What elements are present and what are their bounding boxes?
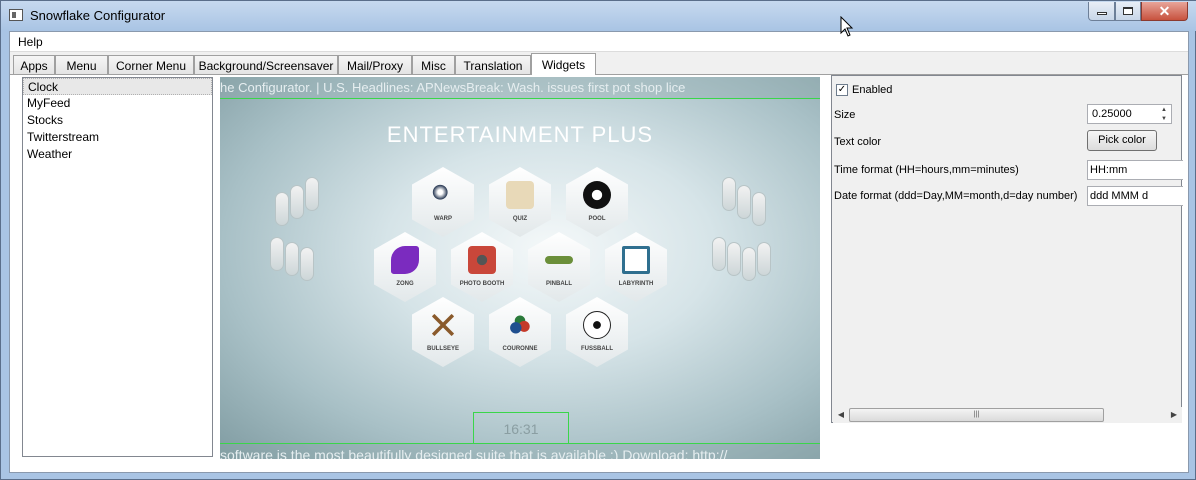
app-tile-labyrinth: LABYRINTH — [605, 232, 667, 302]
tab-widgets[interactable]: Widgets — [531, 53, 596, 75]
time-format-input[interactable]: HH:mm — [1087, 160, 1183, 180]
side-app-icon — [270, 237, 284, 271]
date-format-label: Date format (ddd=Day,MM=month,d=day numb… — [834, 190, 1078, 202]
horizontal-scrollbar[interactable]: ◀ ||| ▶ — [833, 407, 1182, 423]
app-tile-pinball: PINBALL — [528, 232, 590, 302]
widgets-panel: Clock MyFeed Stocks Twitterstream Weathe… — [10, 74, 1188, 472]
preview-heading: ENTERTAINMENT PLUS — [386, 122, 654, 147]
app-label: PHOTO BOOTH — [459, 281, 505, 287]
side-app-icon — [275, 192, 289, 226]
spin-up-icon[interactable]: ▲ — [1158, 106, 1170, 114]
time-format-label: Time format (HH=hours,mm=minutes) — [834, 164, 1019, 176]
size-label: Size — [834, 109, 856, 121]
menu-help[interactable]: Help — [18, 35, 43, 49]
warp-icon — [429, 181, 457, 209]
properties-panel: ✓ Enabled Size 0.25000 ▲ ▼ Text color Pi… — [831, 75, 1183, 423]
app-tile-bullseye: BULLSEYE — [412, 297, 474, 367]
title-bar[interactable]: Snowflake Configurator ✕ — [1, 1, 1196, 31]
side-app-icon — [712, 237, 726, 271]
side-app-icon — [300, 247, 314, 281]
app-tile-zong: ZONG — [374, 232, 436, 302]
enabled-label: Enabled — [852, 84, 893, 96]
menu-bar: Help — [10, 32, 1188, 52]
eight-ball-icon — [583, 181, 611, 209]
size-value: 0.25000 — [1092, 108, 1132, 120]
app-tile-photo-booth: PHOTO BOOTH — [451, 232, 513, 302]
side-app-icon — [727, 242, 741, 276]
ticker-text-top: he Configurator. | U.S. Headlines: APNew… — [220, 80, 686, 95]
app-label: BULLSEYE — [426, 346, 459, 352]
tab-bar: Apps Menu Corner Menu Background/Screens… — [10, 53, 1188, 75]
app-tile-pool: POOL — [566, 167, 628, 237]
client-area: Help Apps Menu Corner Menu Background/Sc… — [9, 31, 1189, 473]
side-app-icon — [742, 247, 756, 281]
side-app-icon — [290, 185, 304, 219]
mouse-cursor-icon — [840, 16, 854, 37]
side-app-icon — [757, 242, 771, 276]
app-tile-couronne: COURONNE — [489, 297, 551, 367]
scroll-right-icon[interactable]: ▶ — [1168, 409, 1180, 421]
app-label: LABYRINTH — [618, 281, 654, 287]
quiz-icon — [506, 181, 534, 209]
app-label: POOL — [588, 216, 606, 222]
list-item-myfeed[interactable]: MyFeed — [23, 95, 212, 112]
widget-preview: he Configurator. | U.S. Headlines: APNew… — [220, 77, 820, 459]
app-label: PINBALL — [546, 281, 572, 287]
app-label: QUIZ — [512, 216, 528, 222]
ticker-text-bottom: software is the most beautifully designe… — [220, 447, 728, 459]
side-app-icon — [305, 177, 319, 211]
minimize-button[interactable] — [1088, 2, 1115, 21]
app-icon[interactable] — [9, 9, 23, 21]
side-app-icon — [752, 192, 766, 226]
text-color-label: Text color — [834, 136, 882, 148]
list-item-twitterstream[interactable]: Twitterstream — [23, 129, 212, 146]
app-tile-fussball: FUSSBALL — [566, 297, 628, 367]
app-label: ZONG — [396, 281, 414, 287]
side-app-icon — [737, 185, 751, 219]
spin-down-icon[interactable]: ▼ — [1158, 115, 1170, 123]
app-label: WARP — [434, 216, 452, 222]
app-tile-warp: WARP — [412, 167, 474, 237]
date-format-input[interactable]: ddd MMM d — [1087, 186, 1183, 206]
maze-icon — [622, 246, 650, 274]
zong-icon — [391, 246, 419, 274]
tab-apps[interactable]: Apps — [13, 55, 55, 74]
app-tile-quiz: QUIZ — [489, 167, 551, 237]
close-icon: ✕ — [1158, 2, 1171, 19]
news-ticker-bottom: software is the most beautifully designe… — [220, 443, 820, 459]
side-app-icon — [722, 177, 736, 211]
list-item-clock[interactable]: Clock — [23, 78, 212, 95]
enabled-checkbox[interactable]: ✓ — [836, 84, 848, 96]
size-spinbox[interactable]: 0.25000 ▲ ▼ — [1087, 104, 1172, 124]
clock-widget: 16:31 — [473, 412, 569, 444]
camera-icon — [468, 246, 496, 274]
soccer-ball-icon — [583, 311, 611, 339]
pucks-icon — [506, 311, 534, 339]
pick-color-button[interactable]: Pick color — [1087, 130, 1157, 151]
list-item-stocks[interactable]: Stocks — [23, 112, 212, 129]
tab-mail-proxy[interactable]: Mail/Proxy — [338, 55, 412, 74]
tab-corner-menu[interactable]: Corner Menu — [108, 55, 194, 74]
widget-list[interactable]: Clock MyFeed Stocks Twitterstream Weathe… — [22, 77, 213, 457]
scroll-thumb[interactable]: ||| — [849, 408, 1104, 422]
tab-menu[interactable]: Menu — [55, 55, 108, 74]
close-button[interactable]: ✕ — [1141, 2, 1188, 21]
window-title: Snowflake Configurator — [30, 8, 166, 23]
app-label: COURONNE — [502, 346, 538, 352]
side-app-icon — [285, 242, 299, 276]
tab-misc[interactable]: Misc — [412, 55, 455, 74]
app-label: FUSSBALL — [581, 346, 613, 352]
tab-background-screensaver[interactable]: Background/Screensaver — [194, 55, 338, 74]
maximize-icon — [1123, 7, 1133, 15]
scroll-left-icon[interactable]: ◀ — [835, 409, 847, 421]
minimize-icon — [1096, 12, 1107, 15]
maximize-button[interactable] — [1115, 2, 1141, 21]
news-ticker-top: he Configurator. | U.S. Headlines: APNew… — [220, 77, 820, 99]
app-window: Snowflake Configurator ✕ Help Apps Menu … — [0, 0, 1196, 480]
list-item-weather[interactable]: Weather — [23, 146, 212, 163]
arrows-icon — [429, 311, 457, 339]
pinball-icon — [545, 256, 573, 264]
tab-translation[interactable]: Translation — [455, 55, 531, 74]
